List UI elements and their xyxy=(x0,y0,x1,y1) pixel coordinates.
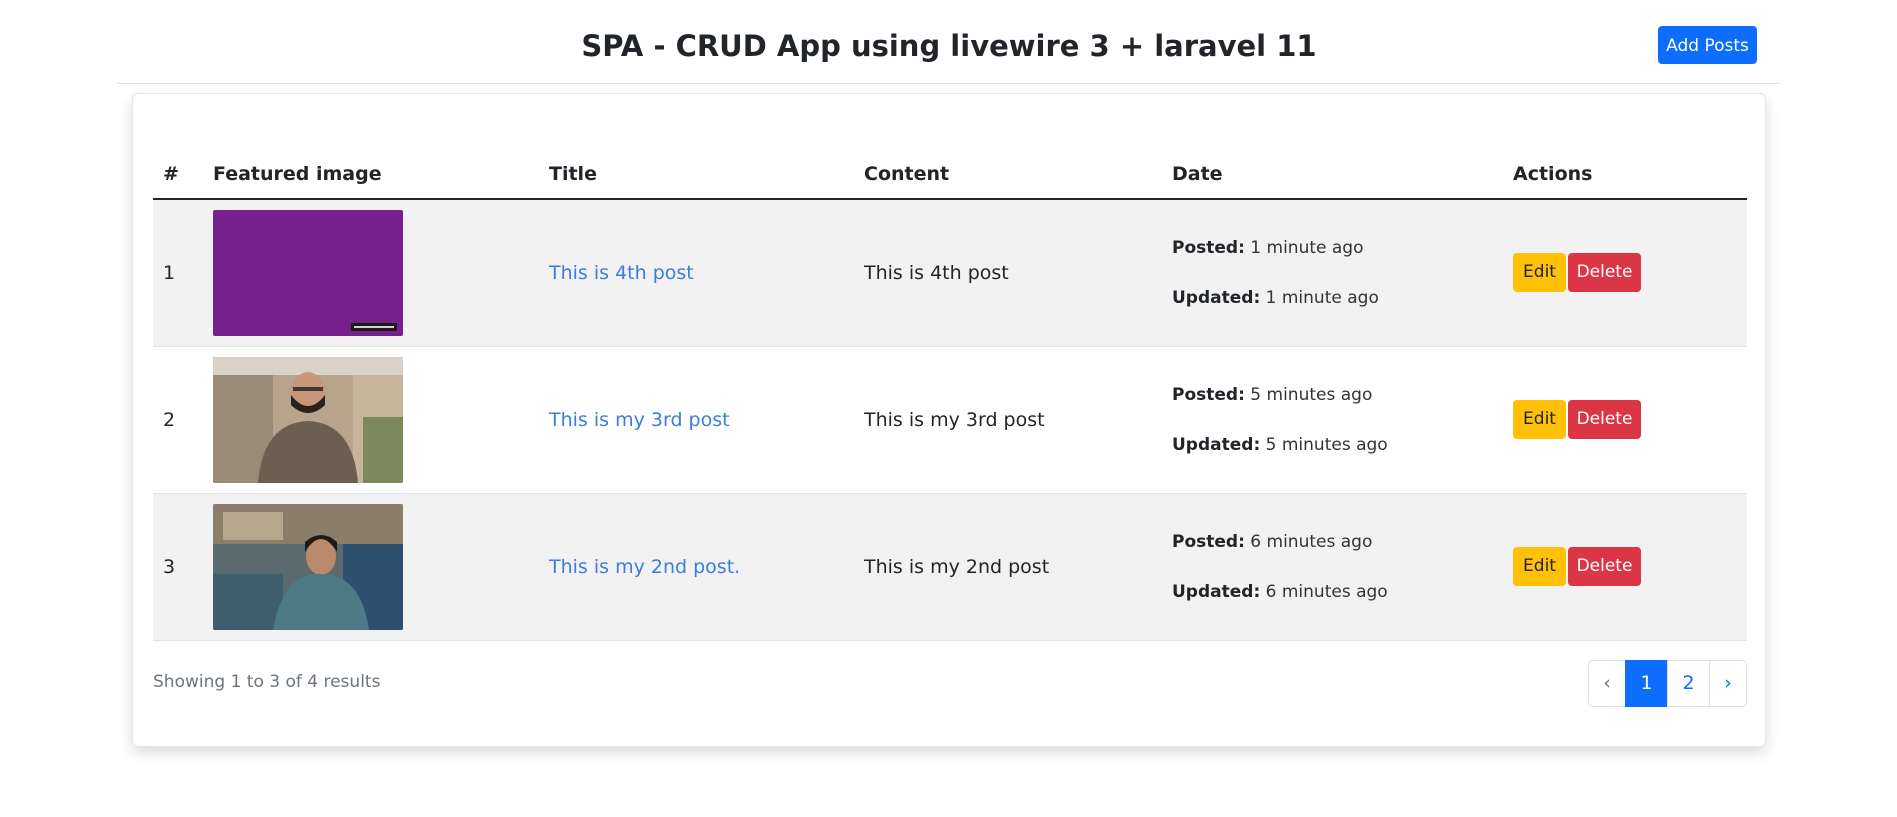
results-summary: Showing 1 to 3 of 4 results xyxy=(153,672,381,692)
column-header-content: Content xyxy=(854,150,1162,200)
updated-label: Updated: xyxy=(1172,581,1261,602)
edit-button[interactable]: Edit xyxy=(1513,400,1566,439)
updated-value: 1 minute ago xyxy=(1265,287,1379,308)
posts-card: # Featured image Title Content Date Acti… xyxy=(132,93,1766,747)
column-header-date: Date xyxy=(1162,150,1503,200)
posted-date: Posted: 1 minute ago xyxy=(1172,236,1493,260)
post-title-link[interactable]: This is 4th post xyxy=(549,262,694,284)
delete-button[interactable]: Delete xyxy=(1568,400,1641,439)
table-row: 1 This is 4th post This is 4th post Post… xyxy=(153,199,1747,347)
updated-date: Updated: 1 minute ago xyxy=(1172,286,1493,310)
posted-date: Posted: 6 minutes ago xyxy=(1172,530,1493,554)
edit-button[interactable]: Edit xyxy=(1513,547,1566,586)
actions-cell: Edit Delete xyxy=(1503,199,1747,347)
delete-button[interactable]: Delete xyxy=(1568,253,1641,293)
updated-value: 6 minutes ago xyxy=(1265,581,1388,602)
content-cell: This is my 2nd post xyxy=(854,493,1162,641)
featured-image xyxy=(213,503,403,630)
updated-date: Updated: 5 minutes ago xyxy=(1172,433,1493,457)
date-cell: Posted: 5 minutes ago Updated: 5 minutes… xyxy=(1162,346,1503,494)
actions-cell: Edit Delete xyxy=(1503,493,1747,641)
posted-value: 1 minute ago xyxy=(1250,237,1364,258)
edit-button[interactable]: Edit xyxy=(1513,253,1566,293)
posted-value: 6 minutes ago xyxy=(1250,531,1373,552)
person-photo-indoor xyxy=(213,503,403,630)
posted-label: Posted: xyxy=(1172,237,1245,258)
pagination-next[interactable]: › xyxy=(1709,660,1747,707)
featured-image-cell xyxy=(203,346,539,494)
featured-image-cell xyxy=(203,199,539,347)
pagination-page-2[interactable]: 2 xyxy=(1667,660,1710,707)
top-header: SPA - CRUD App using livewire 3 + larave… xyxy=(117,0,1781,84)
page-title: SPA - CRUD App using livewire 3 + larave… xyxy=(581,29,1317,63)
column-header-featured-image: Featured image xyxy=(203,150,539,200)
date-cell: Posted: 6 minutes ago Updated: 6 minutes… xyxy=(1162,493,1503,641)
posts-table: # Featured image Title Content Date Acti… xyxy=(153,150,1747,641)
title-cell: This is 4th post xyxy=(539,199,854,347)
posted-date: Posted: 5 minutes ago xyxy=(1172,383,1493,407)
featured-image-cell xyxy=(203,493,539,641)
date-cell: Posted: 1 minute ago Updated: 1 minute a… xyxy=(1162,199,1503,347)
post-title-link[interactable]: This is my 2nd post. xyxy=(549,556,740,578)
table-row: 2 This is my 3rd post This is my 3rd pos… xyxy=(153,346,1747,494)
table-row: 3 This is my 2nd post. This is my 2nd po… xyxy=(153,493,1747,641)
delete-button[interactable]: Delete xyxy=(1568,547,1641,586)
pagination: ‹ 1 2 › xyxy=(1588,660,1747,707)
person-photo-outdoor xyxy=(213,356,403,483)
purple-placeholder-image xyxy=(213,209,403,336)
title-cell: This is my 3rd post xyxy=(539,346,854,494)
column-header-index: # xyxy=(153,150,203,200)
table-header-row: # Featured image Title Content Date Acti… xyxy=(153,150,1747,200)
column-header-title: Title xyxy=(539,150,854,200)
updated-label: Updated: xyxy=(1172,434,1261,455)
featured-image xyxy=(213,356,403,483)
post-title-link[interactable]: This is my 3rd post xyxy=(549,409,730,431)
posted-label: Posted: xyxy=(1172,531,1245,552)
add-posts-button[interactable]: Add Posts xyxy=(1658,26,1757,64)
title-cell: This is my 2nd post. xyxy=(539,493,854,641)
content-cell: This is 4th post xyxy=(854,199,1162,347)
actions-cell: Edit Delete xyxy=(1503,346,1747,494)
posted-value: 5 minutes ago xyxy=(1250,384,1373,405)
row-index: 2 xyxy=(153,346,203,494)
posted-label: Posted: xyxy=(1172,384,1245,405)
pagination-prev[interactable]: ‹ xyxy=(1588,660,1626,707)
row-index: 3 xyxy=(153,493,203,641)
row-index: 1 xyxy=(153,199,203,347)
updated-value: 5 minutes ago xyxy=(1265,434,1388,455)
column-header-actions: Actions xyxy=(1503,150,1747,200)
pagination-page-1[interactable]: 1 xyxy=(1625,660,1668,707)
content-cell: This is my 3rd post xyxy=(854,346,1162,494)
updated-date: Updated: 6 minutes ago xyxy=(1172,580,1493,604)
updated-label: Updated: xyxy=(1172,287,1261,308)
featured-image xyxy=(213,209,403,336)
